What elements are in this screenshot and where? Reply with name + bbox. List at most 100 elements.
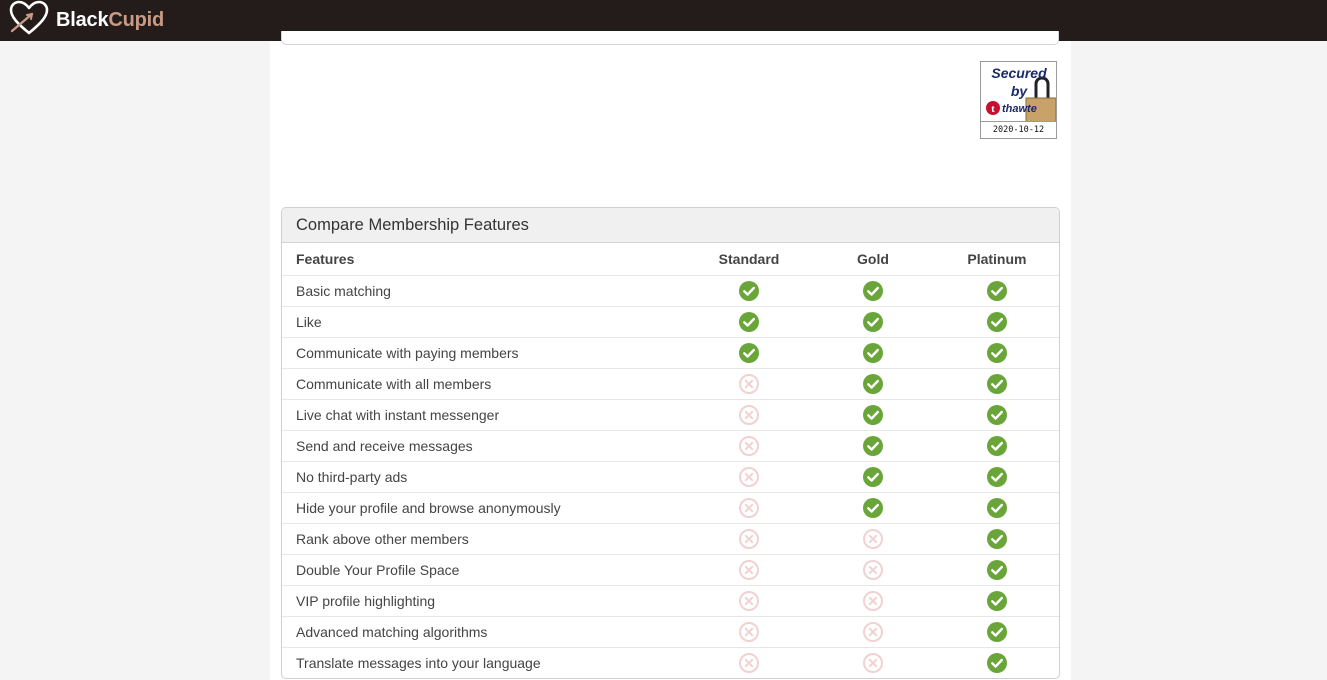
feature-name: Advanced matching algorithms [282,616,687,648]
gold-cell [811,430,935,462]
platinum-cell [934,616,1059,648]
x-circle-icon [739,529,759,549]
feature-name: Like [282,306,687,338]
feature-name: Send and receive messages [282,430,687,462]
platinum-cell [934,523,1059,555]
platinum-cell [934,492,1059,524]
feature-name: Hide your profile and browse anonymously [282,492,687,524]
check-circle-icon [739,312,759,332]
feature-name: Live chat with instant messenger [282,399,687,431]
check-circle-icon [986,560,1007,580]
platinum-cell [934,430,1059,462]
brand-name: BlackCupid [56,8,165,31]
check-circle-icon [986,312,1007,332]
table-row: Communicate with paying members [282,337,1059,369]
table-row: Communicate with all members [282,368,1059,400]
gold-cell [811,275,935,307]
check-circle-icon [862,405,883,425]
gold-cell [811,306,935,338]
check-circle-icon [862,436,883,456]
standard-cell [686,554,812,586]
check-circle-icon [862,374,883,394]
table-row: Advanced matching algorithms [282,616,1059,648]
gold-cell [811,337,935,369]
gold-cell [811,616,935,648]
brand-logo-link[interactable]: BlackCupid [8,0,165,41]
standard-cell [686,275,812,307]
feature-name: Double Your Profile Space [282,554,687,586]
table-row: Like [282,306,1059,338]
gold-cell [811,523,935,555]
x-circle-icon [739,622,759,642]
standard-cell [686,492,812,524]
table-row: Hide your profile and browse anonymously [282,492,1059,524]
x-circle-icon [739,374,759,394]
x-circle-icon [739,560,759,580]
feature-name: Communicate with paying members [282,337,687,369]
svg-text:t: t [991,103,995,115]
check-circle-icon [862,467,883,487]
thawte-seal-graphic: Secured by t thawte [981,62,1056,122]
standard-cell [686,337,812,369]
standard-cell [686,430,812,462]
gold-cell [811,647,935,678]
platinum-cell [934,647,1059,678]
x-circle-icon [862,529,883,549]
platinum-cell [934,306,1059,338]
x-circle-icon [739,653,759,673]
platinum-cell [934,275,1059,307]
column-header-platinum: Platinum [967,251,1027,267]
compare-panel-title: Compare Membership Features [282,208,1059,243]
seal-date: 2020-10-12 [981,121,1056,138]
feature-name: Basic matching [282,275,687,307]
standard-cell [686,399,812,431]
check-circle-icon [986,591,1007,611]
table-row: Send and receive messages [282,430,1059,462]
standard-cell [686,368,812,400]
gold-cell [811,585,935,617]
table-row: VIP profile highlighting [282,585,1059,617]
column-header-features: Features [296,251,355,267]
x-circle-icon [739,436,759,456]
feature-name: VIP profile highlighting [282,585,687,617]
gold-cell [811,368,935,400]
check-circle-icon [986,374,1007,394]
svg-text:Secured: Secured [991,65,1047,81]
platinum-cell [934,554,1059,586]
svg-text:thawte: thawte [1002,103,1037,115]
heart-logo-icon [8,0,50,41]
compare-membership-panel: Compare Membership Features Features Sta… [281,207,1060,679]
x-circle-icon [862,653,883,673]
check-circle-icon [739,343,759,363]
standard-cell [686,523,812,555]
main-content: Secured by t thawte 2020-10-12 Compare M… [270,31,1071,680]
x-circle-icon [739,405,759,425]
standard-cell [686,585,812,617]
previous-panel-bottom [281,31,1059,45]
check-circle-icon [739,281,759,301]
check-circle-icon [986,622,1007,642]
platinum-cell [934,585,1059,617]
gold-cell [811,461,935,493]
check-circle-icon [986,405,1007,425]
gold-cell [811,554,935,586]
feature-name: Rank above other members [282,523,687,555]
platinum-cell [934,337,1059,369]
feature-name: Communicate with all members [282,368,687,400]
table-row: Translate messages into your language [282,647,1059,678]
check-circle-icon [986,529,1007,549]
check-circle-icon [986,436,1007,456]
check-circle-icon [986,281,1007,301]
security-seal[interactable]: Secured by t thawte 2020-10-12 [980,61,1057,139]
check-circle-icon [862,343,883,363]
x-circle-icon [739,591,759,611]
check-circle-icon [986,653,1007,673]
x-circle-icon [862,560,883,580]
column-header-standard: Standard [718,251,780,267]
check-circle-icon [862,312,883,332]
column-header-gold: Gold [857,251,889,267]
check-circle-icon [986,498,1007,518]
check-circle-icon [862,498,883,518]
features-table: Features Standard Gold Platinum Basic ma… [282,243,1059,678]
feature-name: No third-party ads [282,461,687,493]
